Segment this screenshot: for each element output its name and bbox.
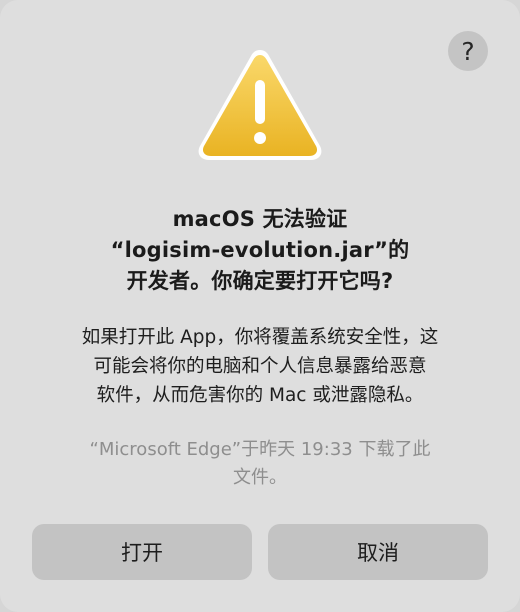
message-line: 如果打开此 App，你将覆盖系统安全性，这 — [81, 327, 439, 348]
source-line: 文件。 — [233, 467, 287, 488]
source-line: “Microsoft Edge”于昨天 19:33 下载了此 — [89, 439, 431, 460]
message-line: 软件，从而危害你的 Mac 或泄露隐私。 — [96, 385, 424, 406]
security-warning-dialog: ? macOS 无法验证 “logisim-evolution.jar”的 开发… — [0, 0, 520, 612]
open-button[interactable]: 打开 — [32, 524, 252, 580]
dialog-title: macOS 无法验证 “logisim-evolution.jar”的 开发者。… — [30, 204, 490, 297]
title-line: macOS 无法验证 — [172, 207, 348, 231]
cancel-button-label: 取消 — [357, 541, 399, 565]
message-line: 可能会将你的电脑和个人信息暴露给恶意 — [93, 356, 427, 377]
title-line: 开发者。你确定要打开它吗? — [126, 269, 394, 293]
help-button[interactable]: ? — [448, 31, 488, 71]
question-mark-icon: ? — [461, 36, 475, 66]
cancel-button[interactable]: 取消 — [268, 524, 488, 580]
download-source-note: “Microsoft Edge”于昨天 19:33 下载了此 文件。 — [24, 436, 496, 492]
dialog-message: 如果打开此 App，你将覆盖系统安全性，这 可能会将你的电脑和个人信息暴露给恶意… — [24, 323, 496, 410]
title-line: “logisim-evolution.jar”的 — [110, 238, 410, 262]
open-button-label: 打开 — [121, 541, 163, 565]
warning-triangle-icon — [198, 50, 322, 160]
